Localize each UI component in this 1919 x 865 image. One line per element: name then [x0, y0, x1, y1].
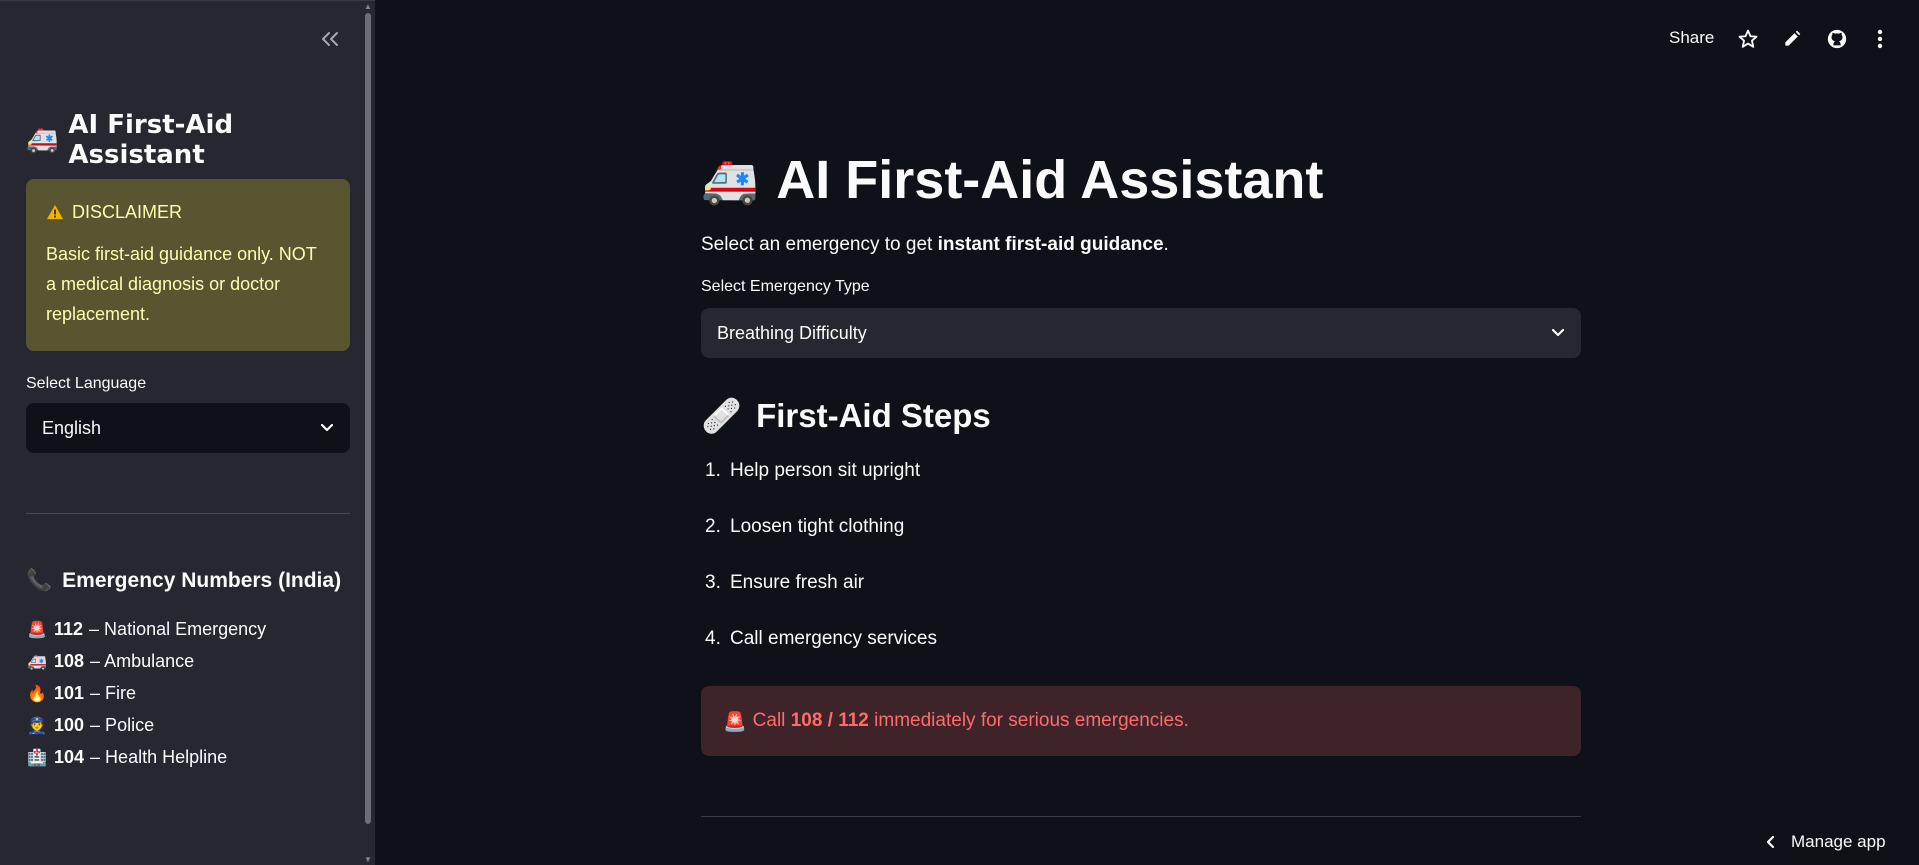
page-title: 🚑 AI First-Aid Assistant	[701, 140, 1581, 220]
emergency-number-label: – Fire	[90, 682, 137, 703]
disclaimer-body: Basic first-aid guidance only. NOT a med…	[46, 244, 317, 324]
fire-icon: 🔥	[27, 683, 47, 703]
emergency-numbers-title: 📞 Emergency Numbers (India)	[26, 568, 350, 593]
emergency-numbers-list: 🚨 112 – National Emergency 🚑 108 – Ambul…	[26, 613, 350, 773]
intro-suffix: .	[1163, 234, 1169, 255]
sidebar-title-text: AI First-Aid Assistant	[68, 110, 234, 170]
scrollbar-thumb[interactable]	[365, 13, 371, 824]
step-text: Help person sit upright	[730, 460, 921, 481]
step-item: 4. Call emergency services	[701, 628, 1581, 684]
scroll-down-arrow-icon[interactable]: ▼	[364, 856, 372, 864]
content-divider	[701, 816, 1581, 817]
emergency-number-label: – National Emergency	[89, 618, 267, 639]
police-officer-icon: 👮	[27, 715, 47, 735]
language-select-value: English	[42, 417, 102, 438]
emergency-alert: 🚨 Call 108 / 112 immediately for serious…	[701, 686, 1581, 756]
emergency-number: 112	[54, 618, 84, 639]
language-select[interactable]: English	[26, 403, 350, 453]
step-item: 3. Ensure fresh air	[701, 572, 1581, 628]
warning-icon	[47, 205, 63, 219]
github-icon	[1827, 29, 1847, 49]
step-number: 1.	[705, 460, 721, 481]
chevron-left-icon	[1766, 835, 1775, 849]
ambulance-icon: 🚑	[701, 152, 759, 207]
step-text: Loosen tight clothing	[730, 516, 905, 537]
share-button[interactable]: Share	[1669, 28, 1714, 48]
intro-text: Select an emergency to get instant first…	[701, 234, 1581, 256]
emergency-number: 104	[54, 746, 85, 767]
emergency-number-label: – Health Helpline	[90, 746, 228, 767]
alert-prefix: Call	[752, 710, 791, 731]
bandage-icon: 🩹	[701, 396, 743, 435]
disclaimer-header: DISCLAIMER	[46, 197, 330, 227]
steps-heading-text: First-Aid Steps	[756, 397, 991, 434]
step-number: 3.	[705, 572, 721, 593]
sidebar: ▲ ▼ 🚑 AI First-Aid Assistant DISCLAIMER …	[0, 0, 375, 865]
double-chevron-left-icon	[322, 32, 338, 46]
steps-list: 1. Help person sit upright 2. Loosen tig…	[701, 460, 1581, 684]
chevron-down-icon	[320, 423, 334, 432]
telephone-icon: 📞	[26, 568, 53, 592]
step-number: 2.	[705, 516, 721, 537]
disclaimer-box: DISCLAIMER Basic first-aid guidance only…	[26, 179, 350, 351]
more-menu-button[interactable]	[1867, 26, 1893, 52]
siren-icon: 🚨	[723, 710, 747, 733]
pencil-icon	[1785, 30, 1801, 46]
emergency-number-item: 🏥 104 – Health Helpline	[26, 741, 350, 773]
page-title-text: AI First-Aid Assistant	[776, 150, 1324, 210]
manage-app-button[interactable]: Manage app	[1765, 832, 1886, 852]
step-item: 1. Help person sit upright	[701, 460, 1581, 516]
language-label: Select Language	[26, 375, 147, 392]
emergency-type-value: Breathing Difficulty	[717, 322, 867, 343]
emergency-type-label: Select Emergency Type	[701, 278, 870, 295]
emergency-number: 101	[54, 682, 85, 703]
scroll-up-arrow-icon[interactable]: ▲	[364, 3, 372, 11]
alert-suffix: immediately for serious emergencies.	[868, 710, 1189, 731]
emergency-number-label: – Ambulance	[90, 650, 195, 671]
emergency-number-item: 👮 100 – Police	[26, 709, 350, 741]
sidebar-scrollbar[interactable]: ▲ ▼	[364, 1, 372, 865]
sidebar-divider	[26, 513, 350, 514]
disclaimer-heading: DISCLAIMER	[72, 202, 183, 222]
edit-button[interactable]	[1779, 26, 1805, 52]
manage-app-label: Manage app	[1791, 832, 1886, 851]
ambulance-icon: 🚑	[26, 125, 59, 155]
emergency-number-item: 🚑 108 – Ambulance	[26, 645, 350, 677]
main-content: 🚑 AI First-Aid Assistant Select an emerg…	[701, 140, 1581, 817]
emergency-numbers-title-text: Emergency Numbers (India)	[62, 568, 342, 592]
emergency-number-label: – Police	[90, 714, 155, 735]
step-item: 2. Loosen tight clothing	[701, 516, 1581, 572]
step-text: Ensure fresh air	[730, 572, 865, 593]
emergency-type-select[interactable]: Breathing Difficulty	[701, 308, 1581, 358]
alert-text: Call 108 / 112 immediately for serious e…	[753, 710, 1189, 732]
ambulance-icon: 🚑	[27, 651, 47, 671]
emergency-number: 100	[54, 714, 85, 735]
more-vertical-icon	[1877, 29, 1883, 49]
alert-numbers: 108 / 112	[790, 710, 869, 731]
intro-prefix: Select an emergency to get	[701, 234, 938, 255]
emergency-number: 108	[54, 650, 85, 671]
star-icon	[1738, 29, 1758, 48]
step-number: 4.	[705, 628, 721, 649]
sidebar-title: 🚑 AI First-Aid Assistant	[26, 110, 350, 170]
step-text: Call emergency services	[730, 628, 937, 649]
chevron-down-icon	[1551, 328, 1565, 337]
collapse-sidebar-button[interactable]	[316, 25, 344, 53]
github-button[interactable]	[1824, 26, 1850, 52]
star-button[interactable]	[1735, 26, 1761, 52]
sidebar-content: 🚑 AI First-Aid Assistant DISCLAIMER Basi…	[26, 110, 350, 773]
steps-heading: 🩹 First-Aid Steps	[701, 394, 1581, 438]
siren-icon: 🚨	[27, 619, 47, 639]
hospital-icon: 🏥	[27, 747, 47, 767]
emergency-number-item: 🚨 112 – National Emergency	[26, 613, 350, 645]
intro-bold: instant first-aid guidance	[937, 234, 1164, 255]
emergency-number-item: 🔥 101 – Fire	[26, 677, 350, 709]
